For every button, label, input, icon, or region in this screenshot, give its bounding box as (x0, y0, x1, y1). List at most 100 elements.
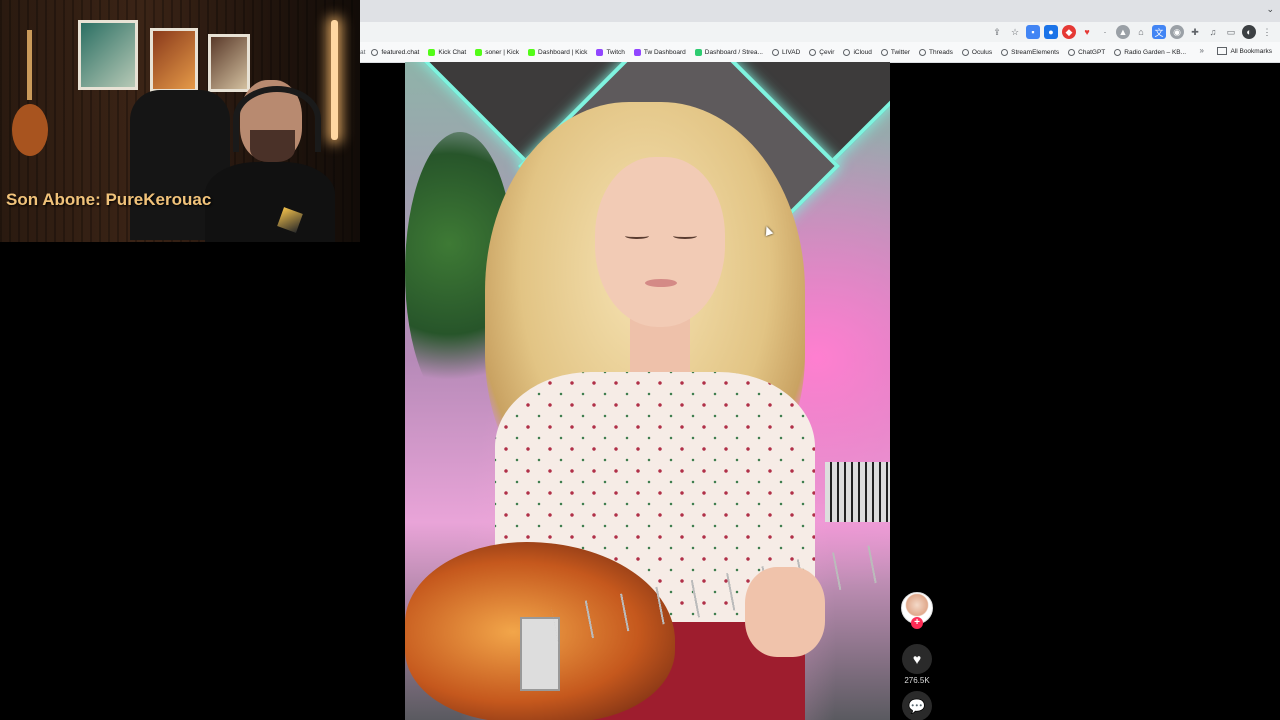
performer-face (595, 157, 725, 327)
bookmark-item[interactable]: Çevir (809, 48, 835, 56)
bookmark-item[interactable]: LIVAD (771, 48, 801, 56)
bookmark-label: Twitch (606, 48, 625, 56)
wall-frame-art (78, 20, 138, 90)
extension-icon-1[interactable]: ▪ (1026, 25, 1040, 39)
apple-icon (843, 48, 851, 56)
extension-icon-8[interactable]: ◉ (1170, 25, 1184, 39)
bookmark-item[interactable]: Threads (919, 48, 953, 56)
bookmark-label: Dashboard | Kick (538, 48, 588, 56)
extension-icon-2[interactable]: ● (1044, 25, 1058, 39)
streamer-body (205, 162, 335, 242)
tab-strip: ⌄ (360, 0, 1280, 22)
bookmark-item[interactable]: Twitter (880, 48, 911, 56)
kick-icon (475, 48, 483, 56)
kick-icon (428, 48, 436, 56)
globe-icon (1114, 48, 1122, 56)
bookmark-item[interactable]: Kick Chat (428, 48, 467, 56)
bookmark-item[interactable]: ChatGPT (1068, 48, 1106, 56)
globe-icon (1068, 48, 1076, 56)
browser-chrome: ⌄ ⇪ ☆ ▪ ● ◆ ♥ · ▲ ⌂ 文 ◉ ✚ ♫ ▭ ◐ ⋮ at fea… (360, 0, 1280, 63)
bookmark-label: LIVAD (781, 48, 801, 56)
folder-icon (1217, 47, 1228, 55)
creator-avatar[interactable]: + (901, 592, 933, 629)
comment-icon: 💬 (908, 697, 926, 714)
menu-kebab-icon[interactable]: ⋮ (1260, 25, 1274, 39)
like-button[interactable]: ♥ (902, 644, 932, 674)
bookmark-item[interactable]: iCloud (843, 48, 872, 56)
comment-button[interactable]: 💬 (902, 691, 932, 720)
extensions-puzzle-icon[interactable]: ✚ (1188, 25, 1202, 39)
more-bookmarks-chevron-icon[interactable]: » (1200, 46, 1204, 55)
bookmarks-bar: at featured.chat Kick Chat soner | Kick Das… (360, 42, 1280, 63)
bookmark-label: featured.chat (381, 48, 420, 56)
install-app-icon[interactable]: ⇪ (990, 25, 1004, 39)
bookmark-label: Kick Chat (438, 48, 467, 56)
all-bookmarks-button[interactable]: All Bookmarks (1217, 47, 1272, 55)
browser-toolbar: ⇪ ☆ ▪ ● ◆ ♥ · ▲ ⌂ 文 ◉ ✚ ♫ ▭ ◐ ⋮ (360, 22, 1280, 42)
toolbar-icons: ⇪ ☆ ▪ ● ◆ ♥ · ▲ ⌂ 文 ◉ ✚ ♫ ▭ ◐ ⋮ (986, 25, 1274, 39)
extension-icon-6[interactable]: ▲ (1116, 25, 1130, 39)
globe-icon (919, 48, 927, 56)
guitar-pickup (520, 617, 560, 691)
performer-eye (625, 233, 649, 239)
bookmark-label: Dashboard / Strea... (704, 48, 763, 56)
media-control-icon[interactable]: ♫ (1206, 25, 1220, 39)
bookmark-item[interactable]: StreamElements (1001, 48, 1060, 56)
heart-icon: ♥ (912, 651, 922, 667)
screen-share-icon[interactable]: ▭ (1224, 25, 1238, 39)
kick-icon (528, 48, 536, 56)
extension-icon-7[interactable]: ⌂ (1134, 25, 1148, 39)
bookmark-item[interactable]: Dashboard | Kick (528, 48, 588, 56)
twitch-icon (633, 48, 641, 56)
bookmark-label: Tw Dashboard (643, 48, 686, 56)
bookmark-label: soner | Kick (485, 48, 520, 56)
bookmark-item[interactable]: Tw Dashboard (633, 48, 686, 56)
webcam-overlay: Son Abone: PureKerouac (0, 0, 360, 242)
video-player[interactable] (405, 62, 890, 720)
bookmark-truncated[interactable]: at (360, 49, 365, 56)
wall-guitar (12, 30, 48, 156)
bookmark-star-icon[interactable]: ☆ (1008, 25, 1022, 39)
streamer (205, 80, 335, 242)
translate-icon[interactable]: 文 (1152, 25, 1166, 39)
bookmark-item[interactable]: featured.chat (371, 48, 420, 56)
bookmark-label: Çevir (819, 48, 835, 56)
all-bookmarks-label: All Bookmarks (1230, 47, 1272, 55)
bookmark-label: Threads (929, 48, 953, 56)
bookmark-label: Oculus (971, 48, 993, 56)
profile-avatar-icon[interactable]: ◐ (1242, 25, 1256, 39)
bookmark-item[interactable]: Radio Garden – KB... (1114, 48, 1187, 56)
like-count: 276.5K (904, 676, 930, 685)
bookmark-item[interactable]: soner | Kick (475, 48, 520, 56)
twitch-icon (596, 48, 604, 56)
headphones (233, 86, 321, 152)
bookmark-list: featured.chat Kick Chat soner | Kick Dashbo… (371, 48, 1195, 56)
extension-icon-4[interactable]: ♥ (1080, 25, 1094, 39)
bookmark-item[interactable]: Dashboard / Strea... (694, 48, 763, 56)
bookmark-item[interactable]: Twitch (596, 48, 625, 56)
tab-search-icon[interactable]: ⌄ (1266, 4, 1274, 15)
extension-icon-3[interactable]: ◆ (1062, 25, 1076, 39)
globe-icon (771, 48, 779, 56)
bookmark-label: Radio Garden – KB... (1124, 48, 1187, 56)
globe-icon (961, 48, 969, 56)
globe-icon (371, 48, 379, 56)
wall-frame-art (150, 28, 198, 92)
fretting-hand (745, 567, 825, 657)
bookmark-label: Twitter (890, 48, 911, 56)
screen: ⌄ ⇪ ☆ ▪ ● ◆ ♥ · ▲ ⌂ 文 ◉ ✚ ♫ ▭ ◐ ⋮ at fea… (0, 0, 1280, 720)
performer-eye (673, 233, 697, 239)
follow-plus-icon[interactable]: + (911, 617, 923, 629)
background-keyboard (825, 462, 890, 522)
globe-icon (809, 48, 817, 56)
bookmark-label: StreamElements (1011, 48, 1060, 56)
bookmark-item[interactable]: Oculus (961, 48, 993, 56)
globe-icon (1001, 48, 1009, 56)
streamelements-icon (694, 48, 702, 56)
bookmark-label: ChatGPT (1078, 48, 1106, 56)
performer-lips (645, 279, 677, 287)
globe-icon (880, 48, 888, 56)
bookmark-label: iCloud (853, 48, 872, 56)
video-action-rail: + ♥ 276.5K 💬 (898, 592, 936, 720)
extension-icon-5[interactable]: · (1098, 25, 1112, 39)
